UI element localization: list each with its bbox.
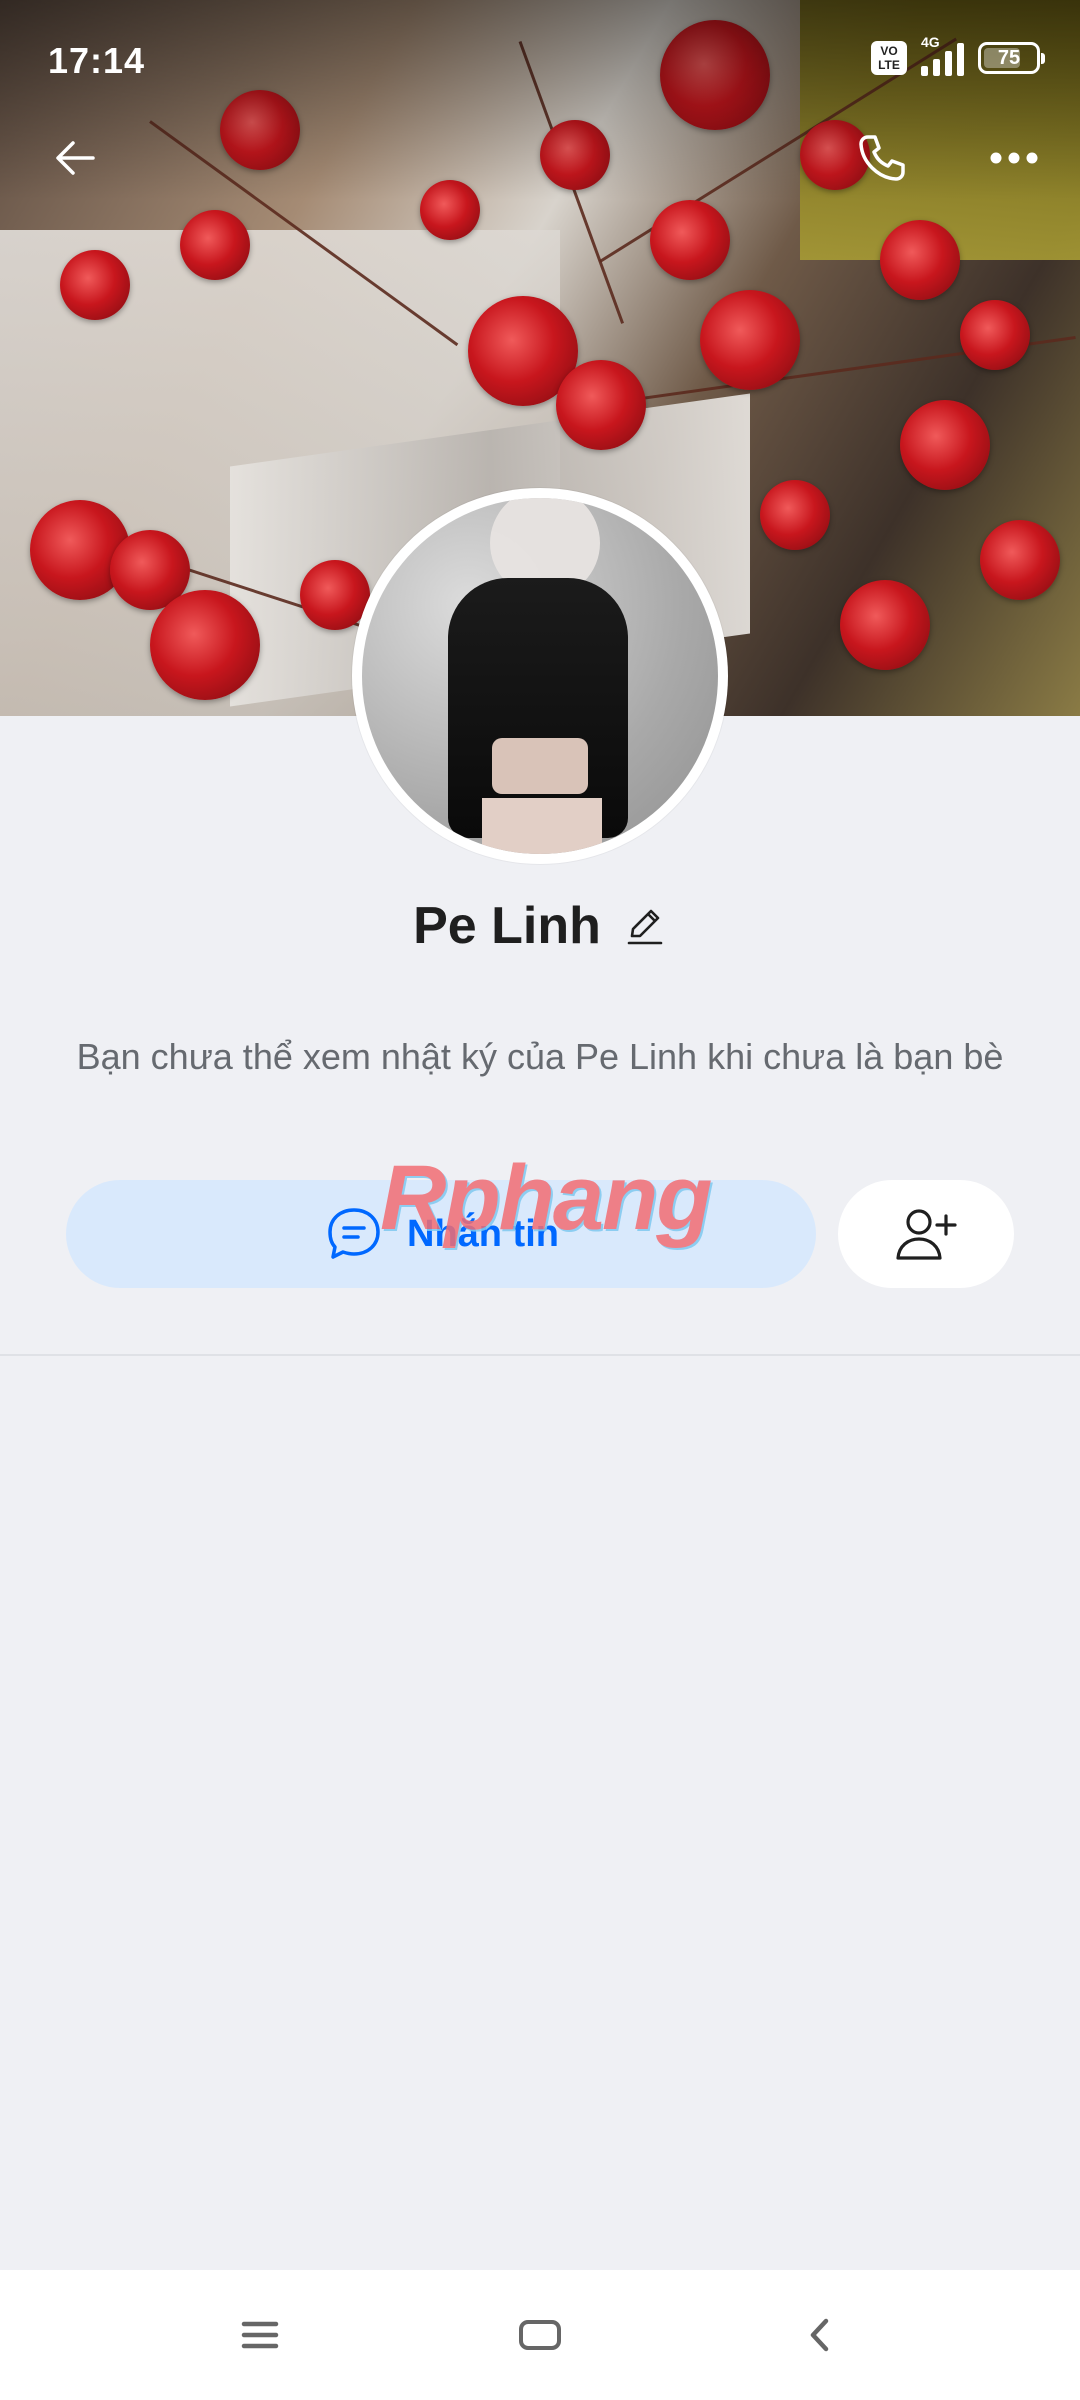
- call-button[interactable]: [842, 118, 922, 198]
- signal-bar: [957, 43, 964, 76]
- more-button[interactable]: [974, 118, 1054, 198]
- home-icon: [519, 2320, 561, 2350]
- status-time: 17:14: [48, 40, 146, 81]
- flower: [960, 300, 1030, 370]
- signal-bar: [945, 51, 952, 76]
- recent-apps-button[interactable]: [220, 2295, 300, 2375]
- system-back-button[interactable]: [780, 2295, 860, 2375]
- message-button[interactable]: Nhắn tin: [66, 1180, 816, 1288]
- status-bar: 17:14 VO LTE 4G 75: [0, 0, 1080, 120]
- flower: [880, 220, 960, 300]
- status-icons: VO LTE 4G 75: [871, 34, 1045, 76]
- section-divider: [0, 1354, 1080, 1356]
- flower: [650, 200, 730, 280]
- avatar-frame[interactable]: [352, 488, 728, 864]
- flower: [700, 290, 800, 390]
- flower: [180, 210, 250, 280]
- avatar-skin: [492, 738, 588, 794]
- system-nav-bar: [0, 2270, 1080, 2400]
- pencil-icon[interactable]: [623, 904, 667, 948]
- volte-icon: VO LTE: [871, 41, 907, 75]
- flower: [60, 250, 130, 320]
- chevron-left-icon: [810, 2318, 829, 2352]
- flower: [840, 580, 930, 670]
- avatar: [362, 498, 718, 854]
- signal-icon: 4G: [921, 34, 964, 76]
- phone-icon: [859, 135, 905, 181]
- avatar-legs: [482, 798, 602, 854]
- battery-icon: 75: [978, 42, 1045, 74]
- flower: [900, 400, 990, 490]
- flower: [760, 480, 830, 550]
- menu-icon: [241, 2321, 279, 2349]
- profile-name: Pe Linh: [413, 897, 601, 955]
- signal-bar: [933, 59, 940, 76]
- message-label: Nhắn tin: [407, 1212, 559, 1255]
- name-row: Pe Linh: [0, 896, 1080, 956]
- flower: [556, 360, 646, 450]
- flower: [980, 520, 1060, 600]
- home-button[interactable]: [500, 2295, 580, 2375]
- add-friend-button[interactable]: [838, 1180, 1014, 1288]
- more-dots-icon: [990, 152, 1038, 164]
- arrow-left-icon: [56, 141, 95, 175]
- back-button[interactable]: [36, 118, 116, 198]
- flower: [150, 590, 260, 700]
- profile-screen: 17:14 VO LTE 4G 75 Pe Linh Bạn chưa thể …: [0, 0, 1080, 2400]
- add-user-icon: [896, 1209, 957, 1260]
- network-label: 4G: [921, 34, 940, 50]
- chat-bubble-icon: [328, 1208, 380, 1259]
- battery-level: 75: [997, 46, 1021, 69]
- privacy-notice: Bạn chưa thể xem nhật ký của Pe Linh khi…: [76, 1036, 1004, 1077]
- signal-bar: [921, 66, 928, 76]
